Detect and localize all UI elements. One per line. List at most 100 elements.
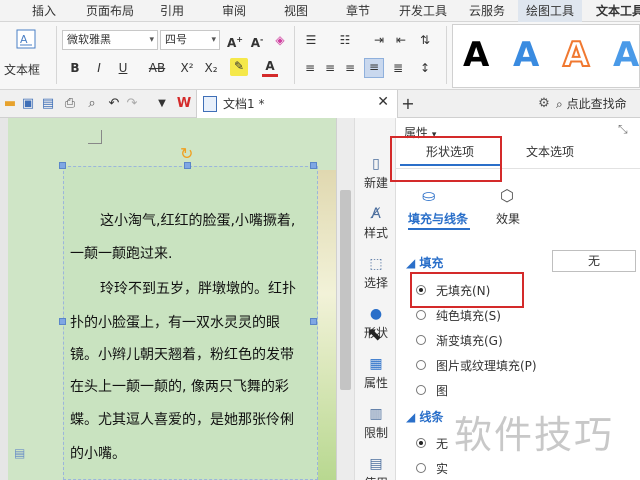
wordart-style-black[interactable]: A (463, 35, 489, 75)
collapse-panel-icon[interactable]: ⤡ (618, 122, 628, 137)
shape-icon: ● (369, 306, 383, 322)
chevron-down-icon: ▾ (211, 35, 216, 45)
search-box[interactable]: ⌕ 点此查找命 (556, 94, 640, 114)
page-corner-mark (88, 130, 102, 144)
mouse-cursor-icon: ⬉ (367, 324, 383, 345)
redo-icon[interactable]: ↷ (124, 96, 140, 112)
open-folder-icon[interactable]: ▬ (2, 96, 18, 112)
radio-solid-fill[interactable] (416, 310, 426, 320)
settings-icon[interactable]: ⚙ (536, 96, 552, 112)
strikethrough-button[interactable]: AB (146, 60, 168, 76)
subscript-button[interactable]: X₂ (202, 60, 220, 76)
new-document-icon: ▯ (372, 156, 380, 172)
wordart-style-blue-gradient[interactable]: A (613, 35, 639, 75)
underline-button[interactable]: U (116, 60, 130, 76)
radio-no-line[interactable] (416, 438, 426, 448)
clear-format-icon[interactable]: ◈ (272, 32, 288, 48)
tab-page-layout[interactable]: 页面布局 (78, 0, 142, 22)
sidebar-item-use[interactable]: ▤ 使用 (355, 456, 397, 480)
justify-icon[interactable]: ≡ (364, 58, 384, 78)
wps-logo-icon[interactable]: W (176, 96, 192, 112)
resize-handle[interactable] (310, 162, 317, 169)
sidebar-item-properties[interactable]: ▦ 属性 (355, 356, 397, 391)
shrink-font-icon[interactable]: A- (248, 32, 266, 51)
grow-font-icon[interactable]: A+ (226, 32, 244, 51)
subtab-effects[interactable]: 效果 (496, 210, 520, 227)
paragraph-line: 镜。小辫儿朝天翘着，粉红色的发带 (70, 347, 294, 363)
export-pdf-icon[interactable]: ▤ (40, 96, 56, 112)
scrollbar-thumb[interactable] (340, 190, 351, 390)
properties-icon: ▦ (369, 356, 383, 372)
font-size-select[interactable]: 四号 ▾ (160, 30, 220, 50)
sidebar-item-label: 新建 (363, 176, 388, 190)
radio-solid-line[interactable] (416, 463, 426, 473)
radio-gradient-fill[interactable] (416, 335, 426, 345)
label-solid-line: 实 (436, 462, 449, 476)
resize-handle[interactable] (59, 162, 66, 169)
undo-icon[interactable]: ↶ (106, 96, 122, 112)
tab-text-options[interactable]: 文本选项 (500, 138, 600, 166)
vertical-ruler (0, 118, 8, 480)
sidebar-item-select[interactable]: ⬚ 选择 (355, 256, 397, 291)
italic-button[interactable]: I (92, 60, 106, 76)
wordart-gallery[interactable]: A A A A (452, 24, 640, 88)
radio-pattern-fill[interactable] (416, 385, 426, 395)
save-icon[interactable]: ▣ (20, 96, 36, 112)
wordart-style-blue[interactable]: A (513, 35, 539, 75)
chevron-down-icon[interactable]: ▼ (154, 96, 170, 112)
font-name-select[interactable]: 微软雅黑 ▾ (62, 30, 158, 50)
print-icon[interactable]: ⎙ (62, 96, 78, 112)
sort-icon[interactable]: ⇅ (414, 32, 436, 48)
line-section-header[interactable]: ◢ 线条 (406, 408, 443, 425)
fill-section-header[interactable]: ◢ 填充 (406, 254, 443, 271)
bold-button[interactable]: B (68, 60, 82, 76)
align-left-icon[interactable]: ≡ (302, 60, 318, 76)
font-color-icon[interactable]: A (262, 58, 278, 77)
superscript-button[interactable]: X² (178, 60, 196, 76)
align-center-icon[interactable]: ≡ (322, 60, 338, 76)
vertical-scrollbar[interactable] (336, 118, 354, 480)
resize-handle[interactable] (184, 162, 191, 169)
ribbon-divider (294, 26, 295, 84)
search-placeholder: 点此查找命 (566, 97, 627, 111)
font-size-value: 四号 (165, 33, 187, 46)
align-right-icon[interactable]: ≡ (342, 60, 358, 76)
tab-insert[interactable]: 插入 (20, 0, 68, 22)
paragraph-line: 的小嘴。 (70, 446, 126, 462)
add-tab-icon[interactable]: + (400, 96, 416, 112)
resize-handle[interactable] (310, 318, 317, 325)
sidebar-item-style[interactable]: A̸ 样式 (355, 206, 397, 241)
line-spacing-icon[interactable]: ↕ (414, 60, 436, 76)
rotate-handle-icon[interactable]: ↻ (180, 144, 193, 163)
highlight-icon[interactable]: ✎ (230, 58, 248, 76)
tab-chapter[interactable]: 章节 (336, 0, 380, 22)
textbox-icon: A (16, 29, 36, 49)
sidebar-item-label: 限制 (363, 426, 388, 440)
radio-picture-fill[interactable] (416, 360, 426, 370)
document-tab-title: 文档1 * (223, 97, 265, 111)
page-layout-icon[interactable]: ▤ (14, 446, 25, 460)
sidebar-item-restrict[interactable]: ▥ 限制 (355, 406, 397, 441)
wordart-style-orange-outline[interactable]: A (562, 34, 590, 76)
subtab-fill-line[interactable]: 填充与线条 (408, 210, 468, 227)
tab-text-tools[interactable]: 文本工具 (590, 0, 640, 22)
close-icon[interactable]: ✕ (377, 94, 389, 110)
tab-references[interactable]: 引用 (150, 0, 194, 22)
outdent-icon[interactable]: ⇤ (392, 32, 410, 48)
tab-developer[interactable]: 开发工具 (392, 0, 454, 22)
bullet-list-icon[interactable]: ☰ (302, 32, 320, 48)
paragraph-line: 玲玲不到五岁，胖墩墩的。红扑 (100, 281, 296, 297)
tab-cloud[interactable]: 云服务 (462, 0, 512, 22)
indent-icon[interactable]: ⇥ (370, 32, 388, 48)
tab-view[interactable]: 视图 (274, 0, 318, 22)
tab-drawing-tools[interactable]: 绘图工具 (518, 0, 582, 22)
tab-review[interactable]: 审阅 (212, 0, 256, 22)
numbered-list-icon[interactable]: ☷ (336, 32, 354, 48)
fill-section-label: 填充 (419, 256, 444, 270)
fill-none-button[interactable]: 无 (552, 250, 636, 272)
document-tab[interactable]: 文档1 * ✕ (196, 90, 398, 118)
print-preview-icon[interactable]: ⌕ (84, 96, 100, 112)
resize-handle[interactable] (59, 318, 66, 325)
textbox-button[interactable]: A 文本框 (4, 28, 46, 82)
distribute-icon[interactable]: ≣ (390, 60, 406, 76)
